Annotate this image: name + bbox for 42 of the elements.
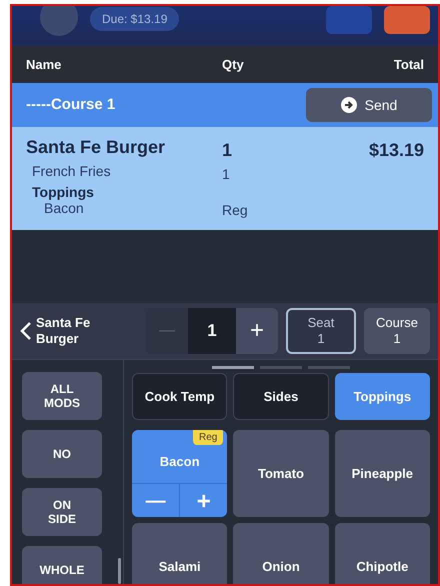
column-label: Total xyxy=(394,56,424,74)
modifier-tile[interactable]: Chipotle xyxy=(334,523,430,584)
order-item-total: $13.19 xyxy=(368,139,424,162)
modifier-label: Pineapple xyxy=(352,464,414,483)
column-label: Name xyxy=(26,56,62,74)
item-name: Santa Fe Burger xyxy=(36,315,92,347)
order-item-name: Bacon xyxy=(43,200,85,218)
modifier-label: Tomato xyxy=(258,464,304,483)
scrollbar xyxy=(118,558,121,584)
course-button[interactable]: Course 1 xyxy=(364,308,430,354)
order-item-qty: Reg xyxy=(222,201,249,220)
modifier-label: Chipotle xyxy=(356,558,408,576)
modifier-type-button[interactable]: WHOLE xyxy=(22,546,102,584)
order-item-qty: 1 xyxy=(222,165,231,184)
seat-button[interactable]: Seat 1 xyxy=(286,308,356,354)
order-item-name: Santa Fe Burger xyxy=(26,137,166,159)
send-button[interactable]: Send xyxy=(306,88,432,122)
modifier-tile[interactable]: Tomato xyxy=(233,430,329,517)
arrow-right-circle-icon xyxy=(340,97,357,113)
modifier-tile[interactable]: Onion xyxy=(233,523,329,584)
column-label: Qty xyxy=(222,56,245,74)
modifier-tile[interactable]: Salami xyxy=(132,523,228,584)
order-item-name: Toppings xyxy=(31,185,95,200)
modifier-type-button[interactable]: NO xyxy=(22,430,102,478)
increase-button[interactable]: + xyxy=(236,308,278,354)
modifier-label: Onion xyxy=(262,558,300,576)
order-item-name: French Fries xyxy=(31,164,112,181)
toolbar-button[interactable] xyxy=(384,6,430,34)
chevron-left-icon[interactable] xyxy=(20,321,32,341)
course-label: -----Course 1 xyxy=(26,94,116,115)
modifier-type-button[interactable]: ON SIDE xyxy=(22,488,102,536)
due-badge: Due: $13.19 xyxy=(90,7,180,31)
quantity-value: 1 xyxy=(188,308,236,354)
portion-badge: Reg xyxy=(192,430,224,445)
category-tab[interactable]: Cook Temp xyxy=(132,373,228,420)
avatar-icon xyxy=(40,6,78,36)
modifier-label: Bacon xyxy=(160,453,200,471)
modifier-type-button[interactable]: ALL MODS xyxy=(22,372,102,420)
modifier-tile[interactable]: Pineapple xyxy=(334,430,430,517)
modifier-label: Salami xyxy=(158,558,201,576)
category-tab[interactable]: Sides xyxy=(233,373,329,420)
order-item-qty: 1 xyxy=(222,139,234,162)
